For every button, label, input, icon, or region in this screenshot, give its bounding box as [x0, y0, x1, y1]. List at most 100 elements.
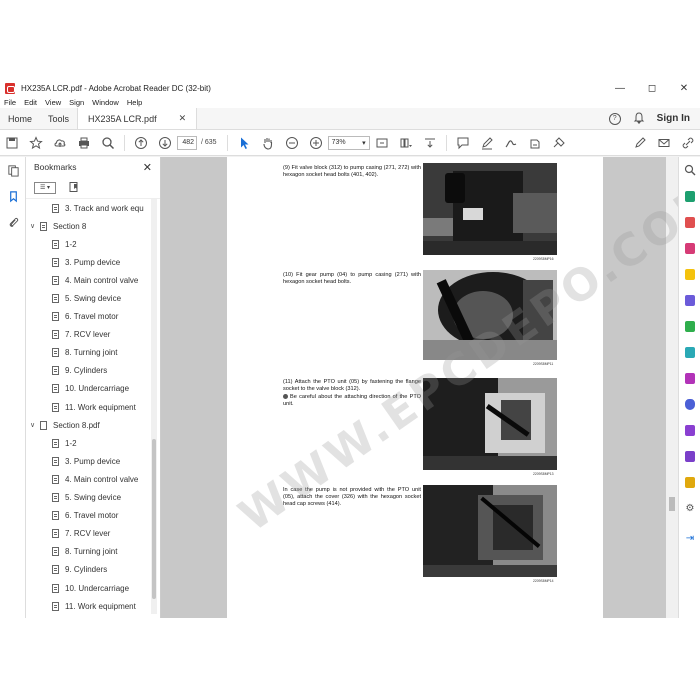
- zoom-search-icon[interactable]: [96, 132, 120, 154]
- scan-ocr-icon[interactable]: [679, 339, 700, 365]
- comment-tool-icon[interactable]: [679, 261, 700, 287]
- menu-sign[interactable]: Sign: [69, 98, 84, 107]
- bookmark-item[interactable]: 9. Cylinders: [26, 362, 150, 380]
- menu-edit[interactable]: Edit: [24, 98, 37, 107]
- bookmark-item[interactable]: 9. Cylinders: [26, 561, 150, 579]
- minimize-button[interactable]: —: [604, 80, 636, 96]
- attachments-paperclip-icon[interactable]: [0, 209, 26, 235]
- share-link-icon[interactable]: [676, 132, 700, 154]
- bookmark-item[interactable]: 8. Turning joint: [26, 543, 150, 561]
- chevron-down-icon[interactable]: ∨: [30, 222, 40, 230]
- bookmark-item[interactable]: 11. Work equipment: [26, 398, 150, 416]
- page-number-input[interactable]: 482: [177, 135, 197, 150]
- select-cursor-icon[interactable]: [232, 132, 256, 154]
- protect-shield-icon[interactable]: [679, 391, 700, 417]
- fill-sign-tool-icon[interactable]: [679, 365, 700, 391]
- bookmark-label: 5. Swing device: [65, 294, 122, 304]
- tab-tools[interactable]: Tools: [40, 108, 77, 129]
- close-tab-icon[interactable]: ✕: [179, 113, 187, 124]
- email-envelope-icon[interactable]: [652, 132, 676, 154]
- bookmarks-panel-icon[interactable]: [0, 183, 26, 209]
- hand-tool-icon[interactable]: [256, 132, 280, 154]
- notifications-bell-icon[interactable]: [633, 111, 645, 126]
- download-icon[interactable]: [418, 132, 442, 154]
- zoom-in-icon[interactable]: [304, 132, 328, 154]
- bookmark-item[interactable]: 8. Turning joint: [26, 344, 150, 362]
- document-viewer[interactable]: (9) Fit valve block (312) to pump casing…: [161, 157, 678, 618]
- maximize-button[interactable]: ◻: [636, 80, 668, 96]
- bookmark-item[interactable]: 6. Travel motor: [26, 507, 150, 525]
- request-signature-icon[interactable]: [679, 443, 700, 469]
- sign-in-button[interactable]: Sign In: [657, 113, 690, 124]
- step-10-photo: [423, 270, 557, 360]
- bookmarks-scrollbar[interactable]: [151, 199, 157, 614]
- bookmark-options-dropdown[interactable]: ☰ ▾: [34, 181, 56, 194]
- draw-freehand-icon[interactable]: [499, 132, 523, 154]
- chevron-down-icon[interactable]: ∨: [30, 421, 40, 429]
- tab-bar: Home Tools HX235A LCR.pdf ✕ ? Sign In: [0, 108, 700, 130]
- comment-icon[interactable]: [451, 132, 475, 154]
- help-icon[interactable]: ?: [608, 112, 621, 125]
- more-tools-icon[interactable]: ⚙: [679, 495, 700, 521]
- edit-pdf-icon[interactable]: [679, 235, 700, 261]
- bookmark-icon: [52, 203, 59, 213]
- menu-window[interactable]: Window: [92, 98, 119, 107]
- bookmark-item[interactable]: 4. Main control valve: [26, 470, 150, 488]
- scroll-mode-icon[interactable]: [394, 132, 418, 154]
- bookmark-label: 4. Main control valve: [65, 474, 139, 484]
- new-bookmark-icon[interactable]: [68, 181, 80, 195]
- tab-document[interactable]: HX235A LCR.pdf ✕: [77, 108, 198, 129]
- bookmark-icon: [52, 547, 59, 557]
- highlight-pen-icon[interactable]: [475, 132, 499, 154]
- bookmark-item[interactable]: 5. Swing device: [26, 489, 150, 507]
- bookmark-label: 3. Track and work equ: [65, 203, 144, 213]
- previous-page-icon[interactable]: [129, 132, 153, 154]
- sign-document-icon[interactable]: [547, 132, 571, 154]
- export-pdf-icon[interactable]: [679, 183, 700, 209]
- bookmark-item[interactable]: 7. RCV lever: [26, 326, 150, 344]
- document-scrollbar-thumb[interactable]: [669, 497, 675, 511]
- bookmark-star-icon[interactable]: [24, 132, 48, 154]
- bookmark-item[interactable]: 1-2: [26, 235, 150, 253]
- create-pdf-icon[interactable]: [679, 209, 700, 235]
- page-thumbnails-icon[interactable]: [0, 157, 26, 183]
- zoom-level-dropdown[interactable]: 73% ▾: [327, 135, 370, 150]
- document-scrollbar[interactable]: [666, 157, 678, 618]
- zoom-out-icon[interactable]: [280, 132, 304, 154]
- menu-file[interactable]: File: [4, 98, 16, 107]
- bookmark-item[interactable]: 6. Travel motor: [26, 308, 150, 326]
- search-tool-icon[interactable]: [679, 157, 700, 183]
- bookmark-label: 7. RCV lever: [65, 330, 111, 340]
- bookmark-item[interactable]: 10. Undercarriage: [26, 380, 150, 398]
- fill-sign-icon[interactable]: [523, 132, 547, 154]
- signature-pen-icon[interactable]: [628, 132, 652, 154]
- bookmark-item[interactable]: 3. Pump device: [26, 452, 150, 470]
- bookmark-item[interactable]: 1-2: [26, 434, 150, 452]
- collapse-rail-icon[interactable]: ⇥: [679, 525, 700, 551]
- menu-help[interactable]: Help: [127, 98, 142, 107]
- close-panel-icon[interactable]: ✕: [143, 161, 152, 174]
- bookmark-item[interactable]: 10. Undercarriage: [26, 579, 150, 597]
- bookmark-section[interactable]: ∨ Section 8.pdf: [26, 416, 150, 434]
- bookmark-item[interactable]: 7. RCV lever: [26, 525, 150, 543]
- cloud-upload-icon[interactable]: [48, 132, 72, 154]
- bookmark-label: 6. Travel motor: [65, 312, 119, 322]
- close-window-button[interactable]: ✕: [668, 80, 700, 96]
- save-icon[interactable]: [0, 132, 24, 154]
- bookmark-icon: [52, 312, 59, 322]
- bookmark-item[interactable]: 11. Work equipment: [26, 597, 150, 615]
- bookmark-section[interactable]: ∨ Section 8: [26, 217, 150, 235]
- next-page-icon[interactable]: [153, 132, 177, 154]
- prepare-form-icon[interactable]: [679, 417, 700, 443]
- send-for-review-icon[interactable]: [679, 469, 700, 495]
- bookmark-item[interactable]: 5. Swing device: [26, 289, 150, 307]
- organize-pages-icon[interactable]: [679, 313, 700, 339]
- tab-home[interactable]: Home: [0, 108, 40, 129]
- fit-page-icon[interactable]: [370, 132, 394, 154]
- combine-files-icon[interactable]: [679, 287, 700, 313]
- print-icon[interactable]: [72, 132, 96, 154]
- bookmark-item[interactable]: 3. Pump device: [26, 253, 150, 271]
- menu-view[interactable]: View: [45, 98, 61, 107]
- bookmark-item[interactable]: 4. Main control valve: [26, 271, 150, 289]
- bookmark-item[interactable]: 3. Track and work equ: [26, 199, 150, 217]
